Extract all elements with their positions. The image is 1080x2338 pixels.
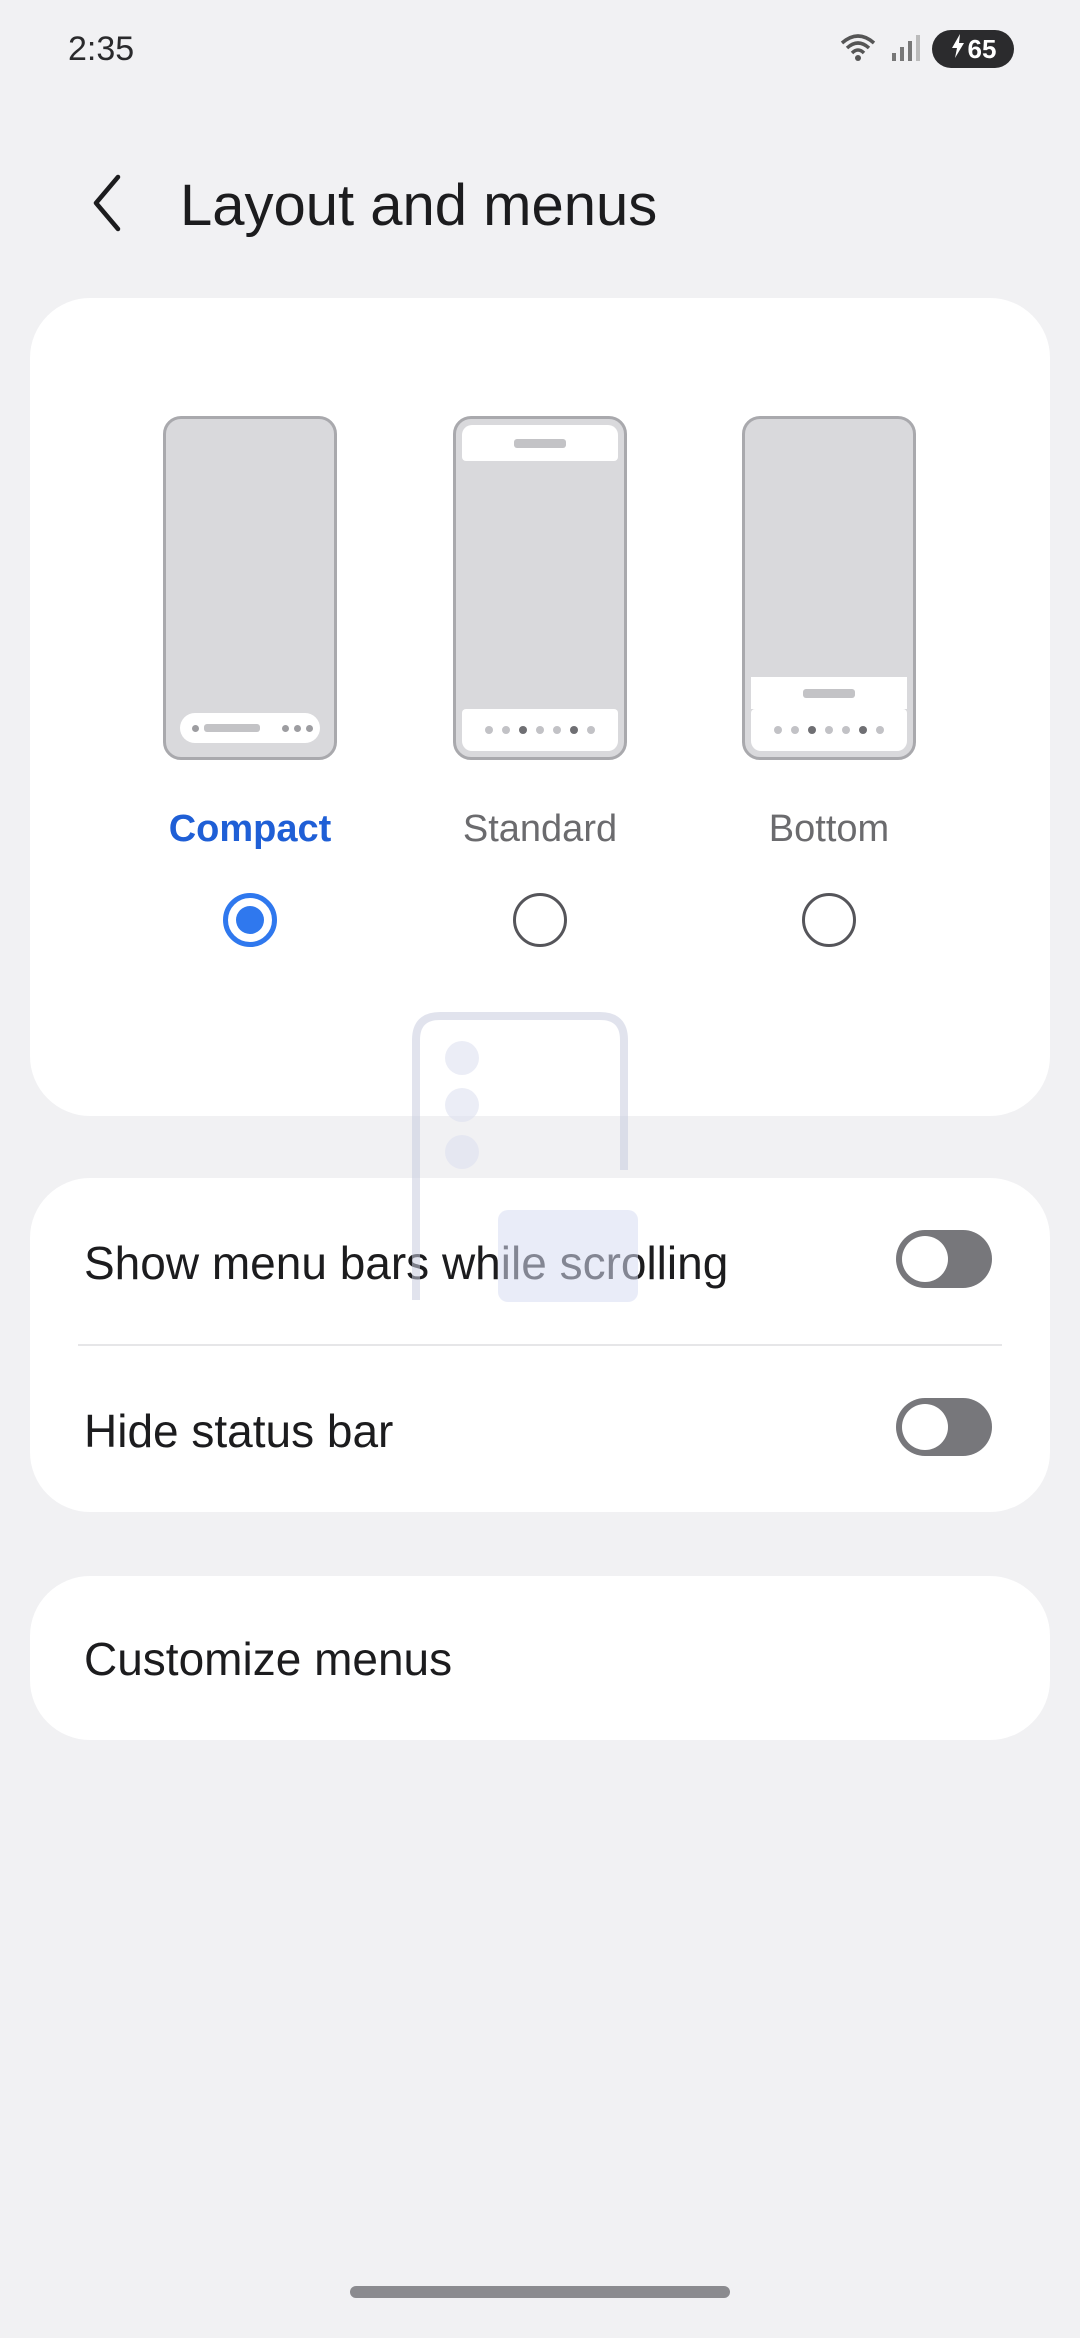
status-time: 2:35 bbox=[68, 30, 135, 68]
hide-status-bar-label: Hide status bar bbox=[84, 1405, 394, 1457]
layout-option-compact[interactable]: Compact bbox=[150, 416, 350, 947]
bottom-radio[interactable] bbox=[802, 893, 856, 947]
customize-menus-label: Customize menus bbox=[84, 1633, 453, 1685]
show-menu-bars-label: Show menu bars while scrolling bbox=[84, 1237, 729, 1289]
hide-status-bar-row[interactable]: Hide status bar bbox=[30, 1346, 1050, 1512]
compact-radio[interactable] bbox=[223, 893, 277, 947]
charging-bolt-icon bbox=[950, 33, 966, 65]
standard-radio[interactable] bbox=[513, 893, 567, 947]
show-menu-bars-row[interactable]: Show menu bars while scrolling bbox=[30, 1178, 1050, 1344]
layout-option-bottom[interactable]: Bottom bbox=[729, 416, 929, 947]
gesture-navigation-bar[interactable] bbox=[350, 2286, 730, 2298]
layout-option-standard[interactable]: Standard bbox=[440, 416, 640, 947]
compact-preview-image bbox=[163, 416, 337, 760]
layout-option-label: Compact bbox=[168, 808, 332, 850]
battery-level: 65 bbox=[967, 33, 997, 64]
status-icons: 65 bbox=[838, 30, 1014, 68]
layout-options-card: Compact Standard Bottom bbox=[30, 298, 1050, 1116]
layout-option-label: Bottom bbox=[768, 808, 890, 850]
page-title: Layout and menus bbox=[180, 173, 658, 238]
wifi-icon bbox=[838, 31, 878, 68]
show-menu-bars-toggle[interactable] bbox=[896, 1230, 992, 1288]
bottom-preview-image bbox=[742, 416, 916, 760]
page-header: Layout and menus bbox=[0, 150, 1080, 260]
hide-status-bar-toggle[interactable] bbox=[896, 1398, 992, 1456]
settings-toggles-card: Show menu bars while scrolling Hide stat… bbox=[30, 1178, 1050, 1512]
chevron-left-icon bbox=[88, 171, 128, 240]
layout-option-label: Standard bbox=[462, 808, 618, 850]
back-button[interactable] bbox=[78, 170, 138, 240]
status-bar: 2:35 65 bbox=[0, 0, 1080, 104]
battery-indicator: 65 bbox=[932, 30, 1014, 68]
signal-icon bbox=[890, 31, 920, 68]
standard-preview-image bbox=[453, 416, 627, 760]
customize-menus-item[interactable]: Customize menus bbox=[30, 1576, 1050, 1740]
